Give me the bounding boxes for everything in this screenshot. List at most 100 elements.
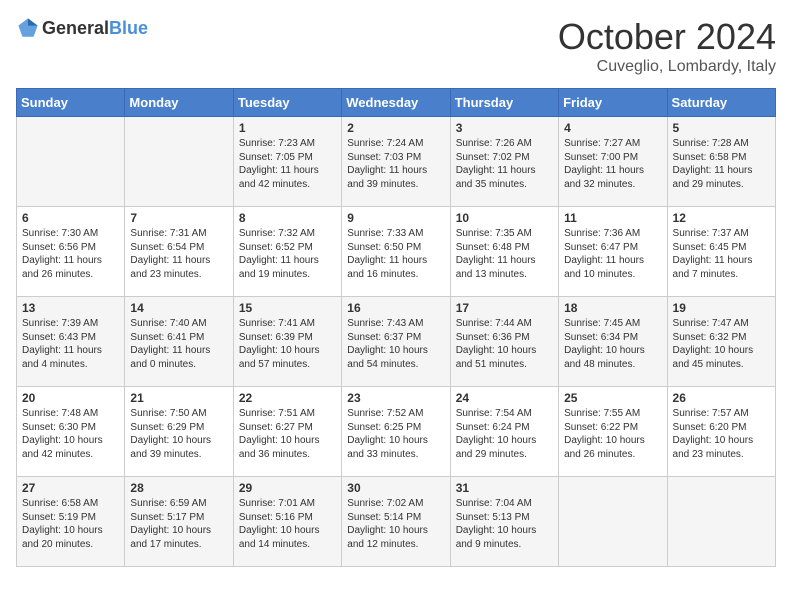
day-number: 16 (347, 301, 444, 315)
logo-icon (16, 16, 40, 40)
calendar-cell (125, 117, 233, 207)
calendar-cell: 3Sunrise: 7:26 AM Sunset: 7:02 PM Daylig… (450, 117, 558, 207)
day-header-sunday: Sunday (17, 89, 125, 117)
calendar-cell (17, 117, 125, 207)
calendar-body: 1 Sunrise: 7:23 AM Sunset: 7:05 PM Daylig… (17, 117, 776, 567)
cell-content: Sunrise: 7:41 AM Sunset: 6:39 PM Dayligh… (239, 317, 336, 371)
day-number: 17 (456, 301, 553, 315)
calendar-cell: 22 Sunrise: 7:51 AM Sunset: 6:27 PM Dayli… (233, 387, 341, 477)
calendar-cell: 13 Sunrise: 7:39 AM Sunset: 6:43 PM Dayli… (17, 297, 125, 387)
calendar-header-row: SundayMondayTuesdayWednesdayThursdayFrid… (17, 89, 776, 117)
day-number: 22 (239, 391, 336, 405)
day-header-friday: Friday (559, 89, 667, 117)
day-number: 31 (456, 481, 553, 495)
day-number: 6 (22, 211, 119, 225)
day-number: 25 (564, 391, 661, 405)
calendar-week-row: 20Sunrise: 7:48 AM Sunset: 6:30 PM Dayli… (17, 387, 776, 477)
day-number: 10 (456, 211, 553, 225)
page-header: GeneralBlue October 2024 Cuveglio, Lomba… (16, 16, 776, 76)
day-number: 11 (564, 211, 661, 225)
day-number: 26 (673, 391, 770, 405)
day-header-wednesday: Wednesday (342, 89, 450, 117)
cell-content: Sunrise: 7:39 AM Sunset: 6:43 PM Dayligh… (22, 317, 119, 371)
location-title: Cuveglio, Lombardy, Italy (558, 58, 776, 76)
calendar-cell: 25 Sunrise: 7:55 AM Sunset: 6:22 PM Dayli… (559, 387, 667, 477)
day-number: 4 (564, 121, 661, 135)
calendar-cell (667, 477, 775, 567)
month-title: October 2024 (558, 16, 776, 58)
logo: GeneralBlue (16, 16, 148, 40)
day-number: 14 (130, 301, 227, 315)
calendar-cell: 14 Sunrise: 7:40 AM Sunset: 6:41 PM Dayli… (125, 297, 233, 387)
cell-content: Sunrise: 7:02 AM Sunset: 5:14 PM Dayligh… (347, 497, 444, 551)
day-number: 12 (673, 211, 770, 225)
calendar-cell: 18 Sunrise: 7:45 AM Sunset: 6:34 PM Dayli… (559, 297, 667, 387)
day-number: 28 (130, 481, 227, 495)
calendar-cell: 30Sunrise: 7:02 AM Sunset: 5:14 PM Dayli… (342, 477, 450, 567)
calendar-cell: 11Sunrise: 7:36 AM Sunset: 6:47 PM Dayli… (559, 207, 667, 297)
day-number: 8 (239, 211, 336, 225)
day-number: 29 (239, 481, 336, 495)
cell-content: Sunrise: 7:52 AM Sunset: 6:25 PM Dayligh… (347, 407, 444, 461)
cell-content: Sunrise: 7:26 AM Sunset: 7:02 PM Dayligh… (456, 137, 553, 191)
calendar-cell: 31 Sunrise: 7:04 AM Sunset: 5:13 PM Dayli… (450, 477, 558, 567)
calendar-cell: 24Sunrise: 7:54 AM Sunset: 6:24 PM Dayli… (450, 387, 558, 477)
day-number: 1 (239, 121, 336, 135)
day-number: 18 (564, 301, 661, 315)
cell-content: Sunrise: 6:59 AM Sunset: 5:17 PM Dayligh… (130, 497, 227, 551)
calendar-cell: 20Sunrise: 7:48 AM Sunset: 6:30 PM Dayli… (17, 387, 125, 477)
cell-content: Sunrise: 7:45 AM Sunset: 6:34 PM Dayligh… (564, 317, 661, 371)
day-number: 21 (130, 391, 227, 405)
day-number: 15 (239, 301, 336, 315)
calendar-week-row: 13 Sunrise: 7:39 AM Sunset: 6:43 PM Dayli… (17, 297, 776, 387)
cell-content: Sunrise: 7:40 AM Sunset: 6:41 PM Dayligh… (130, 317, 227, 371)
calendar-cell: 28 Sunrise: 6:59 AM Sunset: 5:17 PM Dayli… (125, 477, 233, 567)
calendar-cell: 2Sunrise: 7:24 AM Sunset: 7:03 PM Daylig… (342, 117, 450, 207)
day-number: 5 (673, 121, 770, 135)
calendar-cell (559, 477, 667, 567)
calendar-cell: 27 Sunrise: 6:58 AM Sunset: 5:19 PM Dayli… (17, 477, 125, 567)
day-number: 20 (22, 391, 119, 405)
day-header-monday: Monday (125, 89, 233, 117)
cell-content: Sunrise: 7:37 AM Sunset: 6:45 PM Dayligh… (673, 227, 770, 281)
day-header-tuesday: Tuesday (233, 89, 341, 117)
calendar-table: SundayMondayTuesdayWednesdayThursdayFrid… (16, 88, 776, 567)
calendar-cell: 12 Sunrise: 7:37 AM Sunset: 6:45 PM Dayli… (667, 207, 775, 297)
day-number: 7 (130, 211, 227, 225)
cell-content: Sunrise: 6:58 AM Sunset: 5:19 PM Dayligh… (22, 497, 119, 551)
day-number: 19 (673, 301, 770, 315)
title-block: October 2024 Cuveglio, Lombardy, Italy (558, 16, 776, 76)
cell-content: Sunrise: 7:57 AM Sunset: 6:20 PM Dayligh… (673, 407, 770, 461)
calendar-cell: 19 Sunrise: 7:47 AM Sunset: 6:32 PM Dayli… (667, 297, 775, 387)
day-header-thursday: Thursday (450, 89, 558, 117)
cell-content: Sunrise: 7:47 AM Sunset: 6:32 PM Dayligh… (673, 317, 770, 371)
cell-content: Sunrise: 7:28 AM Sunset: 6:58 PM Dayligh… (673, 137, 770, 191)
cell-content: Sunrise: 7:55 AM Sunset: 6:22 PM Dayligh… (564, 407, 661, 461)
cell-content: Sunrise: 7:27 AM Sunset: 7:00 PM Dayligh… (564, 137, 661, 191)
day-number: 9 (347, 211, 444, 225)
cell-content: Sunrise: 7:33 AM Sunset: 6:50 PM Dayligh… (347, 227, 444, 281)
cell-content: Sunrise: 7:24 AM Sunset: 7:03 PM Dayligh… (347, 137, 444, 191)
calendar-cell: 16Sunrise: 7:43 AM Sunset: 6:37 PM Dayli… (342, 297, 450, 387)
cell-content: Sunrise: 7:44 AM Sunset: 6:36 PM Dayligh… (456, 317, 553, 371)
cell-content: Sunrise: 7:51 AM Sunset: 6:27 PM Dayligh… (239, 407, 336, 461)
cell-content: Sunrise: 7:35 AM Sunset: 6:48 PM Dayligh… (456, 227, 553, 281)
calendar-cell: 10 Sunrise: 7:35 AM Sunset: 6:48 PM Dayli… (450, 207, 558, 297)
day-header-saturday: Saturday (667, 89, 775, 117)
calendar-cell: 29Sunrise: 7:01 AM Sunset: 5:16 PM Dayli… (233, 477, 341, 567)
calendar-cell: 8Sunrise: 7:32 AM Sunset: 6:52 PM Daylig… (233, 207, 341, 297)
calendar-cell: 23Sunrise: 7:52 AM Sunset: 6:25 PM Dayli… (342, 387, 450, 477)
cell-content: Sunrise: 7:23 AM Sunset: 7:05 PM Dayligh… (239, 137, 336, 191)
cell-content: Sunrise: 7:04 AM Sunset: 5:13 PM Dayligh… (456, 497, 553, 551)
calendar-cell: 26 Sunrise: 7:57 AM Sunset: 6:20 PM Dayli… (667, 387, 775, 477)
calendar-cell: 17 Sunrise: 7:44 AM Sunset: 6:36 PM Dayli… (450, 297, 558, 387)
calendar-cell: 6 Sunrise: 7:30 AM Sunset: 6:56 PM Daylig… (17, 207, 125, 297)
logo-general: General (42, 18, 109, 38)
calendar-cell: 9 Sunrise: 7:33 AM Sunset: 6:50 PM Daylig… (342, 207, 450, 297)
day-number: 27 (22, 481, 119, 495)
cell-content: Sunrise: 7:30 AM Sunset: 6:56 PM Dayligh… (22, 227, 119, 281)
calendar-cell: 5 Sunrise: 7:28 AM Sunset: 6:58 PM Daylig… (667, 117, 775, 207)
logo-blue: Blue (109, 18, 148, 38)
calendar-week-row: 6 Sunrise: 7:30 AM Sunset: 6:56 PM Daylig… (17, 207, 776, 297)
day-number: 13 (22, 301, 119, 315)
